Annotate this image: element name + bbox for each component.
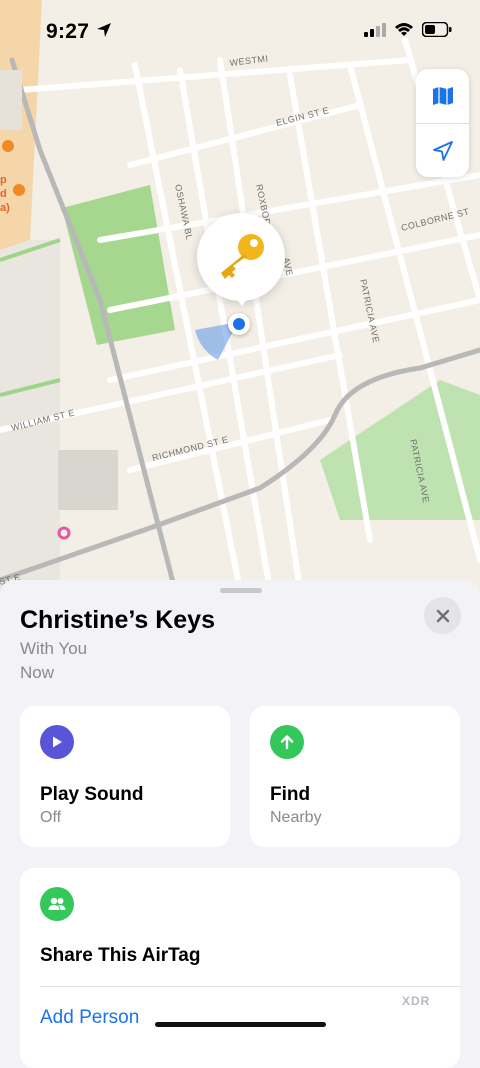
map-controls <box>416 69 469 177</box>
status-indicators <box>364 22 452 37</box>
item-status: With You <box>20 639 88 658</box>
find-nearby-card[interactable]: Find Nearby <box>250 706 460 847</box>
map-icon <box>432 87 453 105</box>
location-arrow-icon <box>432 141 453 161</box>
share-airtag-label: Share This AirTag <box>40 945 201 966</box>
shop-poi-icon[interactable] <box>13 184 25 196</box>
find-value: Nearby <box>270 809 322 826</box>
map-mode-button[interactable] <box>416 69 469 123</box>
arrow-up-icon <box>270 725 304 759</box>
current-location-dot <box>228 313 250 335</box>
place-label: a) <box>0 202 10 214</box>
status-bar: 9:27 <box>0 0 480 60</box>
add-person-link[interactable]: Add Person <box>40 1007 139 1029</box>
divider <box>40 986 460 987</box>
home-indicator <box>155 1022 326 1027</box>
find-label: Find <box>270 784 311 805</box>
airtag-pin[interactable] <box>197 213 285 301</box>
play-icon <box>40 725 74 759</box>
wifi-icon <box>395 23 413 36</box>
battery-icon <box>422 22 452 37</box>
item-title: Christine’s Keys <box>20 606 215 634</box>
status-time: 9:27 <box>46 20 90 43</box>
key-icon <box>221 234 264 279</box>
cellular-signal-icon <box>364 22 386 37</box>
restaurant-poi-icon[interactable] <box>2 140 14 152</box>
play-sound-card[interactable]: Play Sound Off <box>20 706 230 847</box>
share-airtag-card: Share This AirTag Add Person <box>20 868 460 1068</box>
pin-pointer <box>233 294 251 306</box>
place-label: p <box>0 174 7 186</box>
location-services-icon <box>97 23 111 37</box>
close-icon <box>436 609 449 622</box>
play-sound-value: Off <box>40 809 62 826</box>
sheet-grabber[interactable] <box>220 588 262 593</box>
item-updated-time: Now <box>20 663 55 682</box>
people-icon <box>40 887 74 921</box>
track-location-button[interactable] <box>416 124 469 178</box>
play-sound-label: Play Sound <box>40 784 144 805</box>
watermark-logo: XDR <box>402 994 431 1008</box>
close-button[interactable] <box>424 597 461 634</box>
place-label: d <box>0 188 7 200</box>
item-detail-sheet: Christine’s Keys With You Now Play Sound… <box>0 580 480 1068</box>
